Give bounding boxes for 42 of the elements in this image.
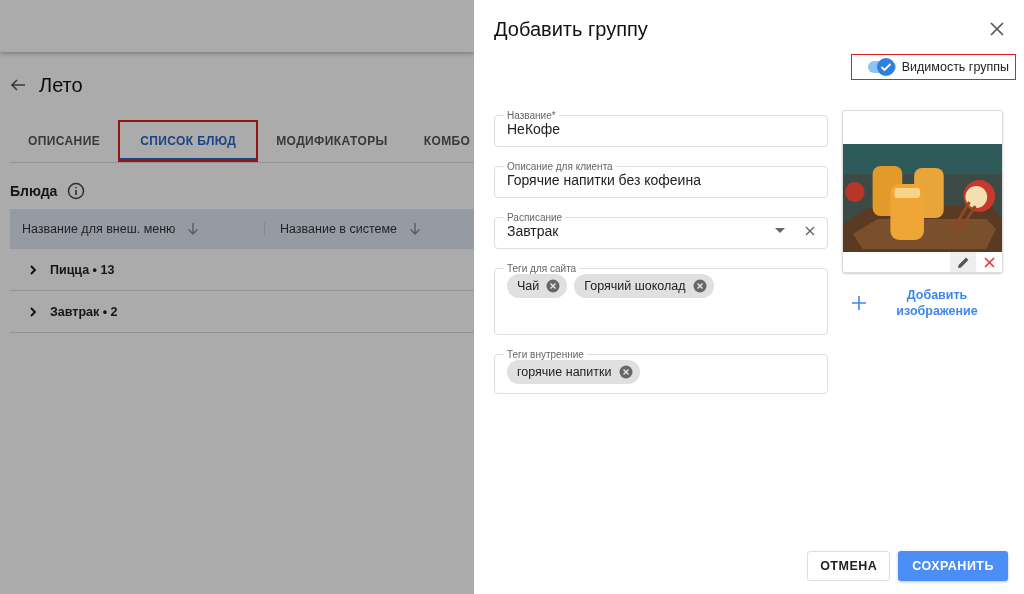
field-label: Расписание — [506, 212, 564, 223]
close-icon[interactable] — [990, 22, 1004, 36]
close-icon — [983, 256, 995, 268]
select-field[interactable]: Расписание Завтрак — [494, 212, 828, 249]
chevron-icon[interactable] — [28, 306, 38, 317]
add-image-link[interactable]: Добавить изображение — [882, 287, 992, 319]
field-label: Теги внутренние — [506, 349, 585, 360]
section-title: Блюда — [10, 183, 58, 199]
field-label: Описание для клиента — [506, 161, 614, 172]
tags-field[interactable]: Теги внутренние горячие напитки — [494, 349, 828, 394]
tags-field[interactable]: Теги для сайта Чай Горячий шоколад — [494, 263, 828, 335]
cancel-button[interactable]: ОТМЕНА — [807, 551, 891, 581]
page-title: Лето — [39, 73, 83, 97]
chevron-icon[interactable] — [28, 264, 38, 275]
info-icon[interactable] — [67, 182, 86, 200]
tab[interactable]: МОДИФИКАТОРЫ — [258, 120, 406, 162]
edit-button[interactable] — [950, 252, 976, 272]
clear-icon[interactable] — [805, 226, 815, 236]
dropdown-caret-icon[interactable] — [775, 228, 785, 234]
remove-icon[interactable] — [546, 279, 561, 293]
dialog-title: Добавить группу — [494, 17, 648, 41]
tag-chip[interactable]: горячие напитки — [507, 360, 640, 384]
tab[interactable]: КОМБО — [405, 120, 474, 162]
back-arrow-icon[interactable] — [10, 77, 26, 93]
tab[interactable]: ОПИСАНИЕ — [10, 120, 119, 162]
tag-chip[interactable]: Горячий шоколад — [574, 274, 714, 298]
text-field[interactable]: Название* НеКофе — [494, 110, 828, 147]
field-label: Название* — [506, 110, 557, 121]
remove-icon[interactable] — [692, 279, 707, 293]
group-label[interactable]: Завтрак • 2 — [50, 304, 118, 319]
plus-icon[interactable] — [852, 296, 866, 310]
text-field[interactable]: Описание для клиента Горячие напитки без кофеина — [494, 161, 828, 198]
pencil-icon — [957, 256, 969, 268]
column-header[interactable]: Название в системе — [280, 222, 397, 236]
field-label: Теги для сайта — [506, 263, 578, 274]
column-header[interactable]: Название для внеш. меню — [22, 222, 176, 236]
tab[interactable]: СПИСОК БЛЮД — [118, 120, 259, 162]
remove-icon[interactable] — [618, 365, 633, 379]
delete-button[interactable] — [976, 252, 1002, 272]
group-label[interactable]: Пицца • 13 — [50, 262, 115, 277]
tag-chip[interactable]: Чай — [507, 274, 568, 298]
visibility-toggle[interactable]: Видимость группы — [850, 54, 1016, 80]
